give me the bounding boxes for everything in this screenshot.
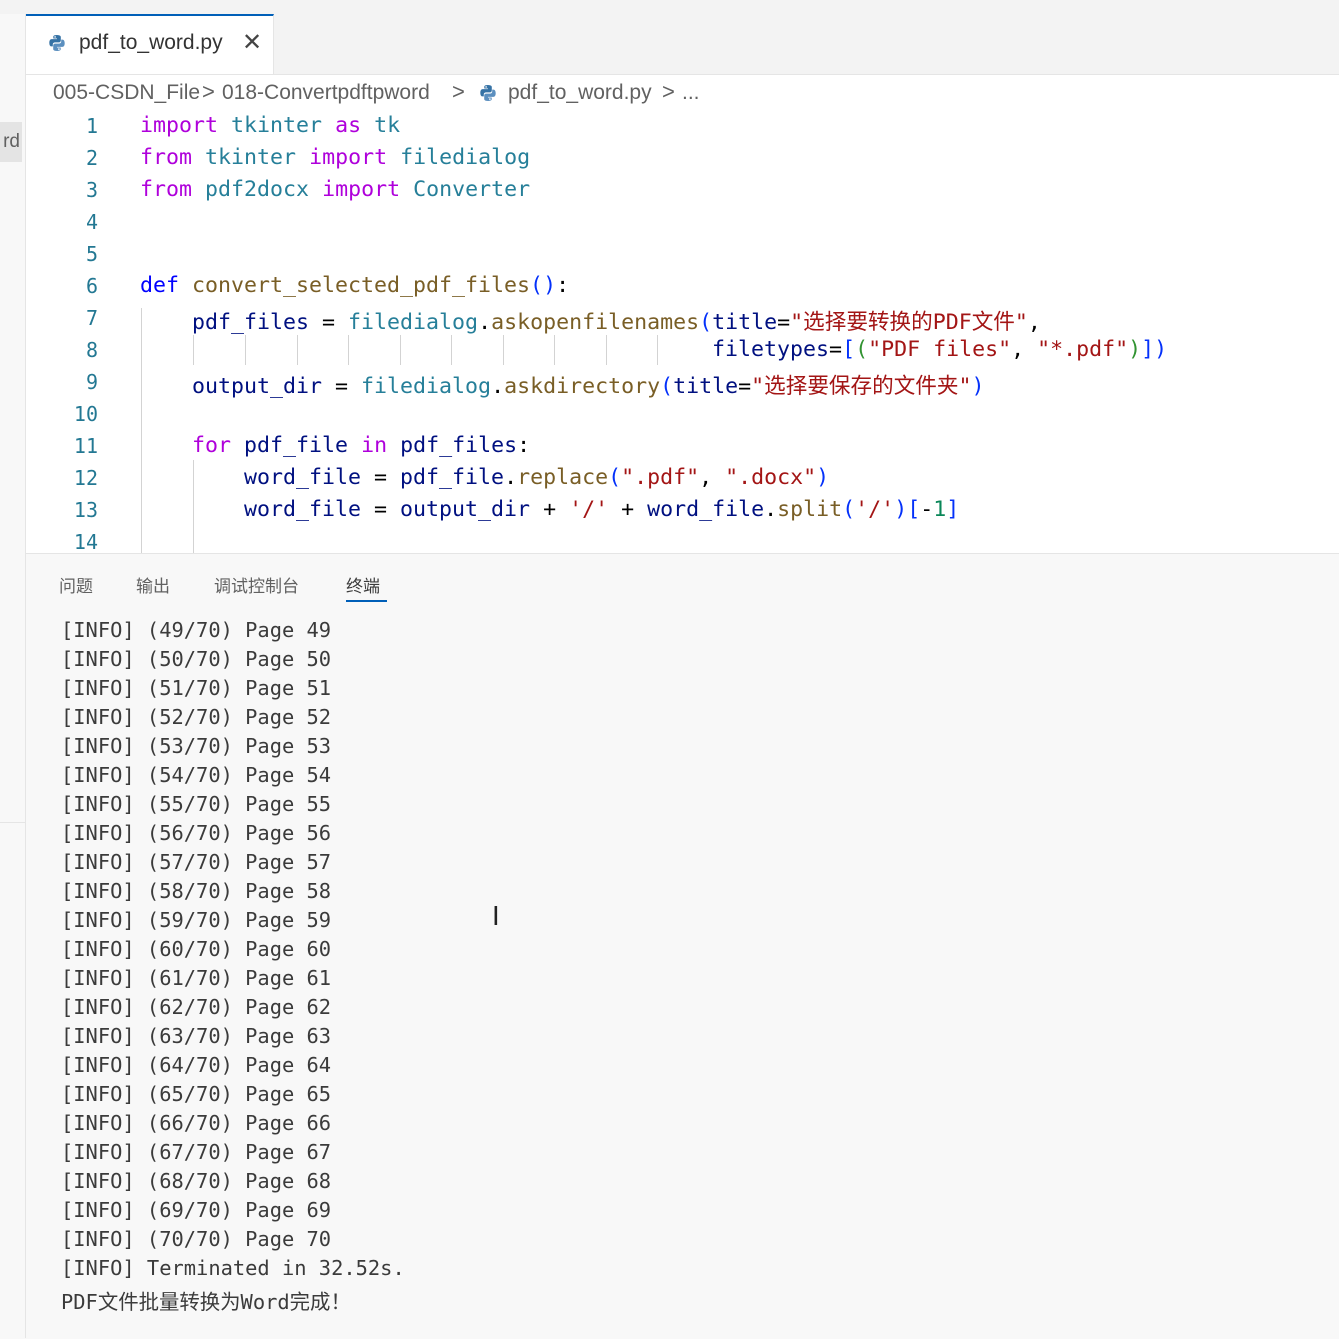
tab-pdf-to-word[interactable]: pdf_to_word.py ✕ — [26, 14, 274, 74]
chevron-right-icon: > — [202, 79, 215, 104]
breadcrumb-item-symbols[interactable]: ... — [682, 81, 700, 105]
line-number: 1 — [85, 114, 98, 138]
terminal-line: [INFO] (50/70) Page 50 — [61, 647, 332, 671]
line-number: 14 — [73, 530, 98, 553]
terminal-line: [INFO] (49/70) Page 49 — [61, 618, 332, 642]
bottom-panel: 问题 输出 调试控制台 终端 [INFO] (49/70) Page 49 [IN… — [26, 553, 1339, 1339]
line-number: 10 — [73, 402, 98, 426]
terminal-line: [INFO] (64/70) Page 64 — [61, 1053, 332, 1077]
terminal-line: [INFO] (55/70) Page 55 — [61, 792, 332, 816]
terminal-line: [INFO] (57/70) Page 57 — [61, 850, 332, 874]
editor-tab-bar: pdf_to_word.py ✕ — [26, 14, 1339, 75]
terminal-line: [INFO] (60/70) Page 60 — [61, 937, 332, 961]
terminal-line: [INFO] (54/70) Page 54 — [61, 763, 332, 787]
tab-output[interactable]: 输出 — [136, 572, 170, 597]
code-line: word_file = output_dir + '/' + word_file… — [244, 497, 960, 522]
breadcrumb-item-file[interactable]: pdf_to_word.py — [508, 81, 652, 105]
tab-problems[interactable]: 问题 — [59, 572, 93, 597]
terminal-line: [INFO] (61/70) Page 61 — [61, 966, 332, 990]
active-tab-indicator — [346, 600, 387, 602]
breadcrumb-item-folder[interactable]: 005-CSDN_File — [53, 81, 200, 105]
python-icon — [48, 34, 66, 56]
code-line: import tkinter as tk — [140, 113, 401, 138]
terminal-line: PDF文件批量转换为Word完成！ — [61, 1290, 351, 1314]
divider — [0, 822, 25, 823]
line-number: 13 — [73, 498, 98, 522]
activity-bar: rd — [0, 14, 26, 1338]
terminal-line: [INFO] (68/70) Page 68 — [61, 1169, 332, 1193]
line-number: 7 — [85, 306, 98, 330]
terminal-line: [INFO] (51/70) Page 51 — [61, 676, 332, 700]
terminal-line: [INFO] (70/70) Page 70 — [61, 1227, 332, 1251]
code-line: for pdf_file in pdf_files: — [192, 433, 531, 458]
terminal-line: [INFO] (59/70) Page 59 — [61, 908, 332, 932]
chevron-right-icon: > — [662, 79, 675, 104]
terminal-line: [INFO] (65/70) Page 65 — [61, 1082, 332, 1106]
terminal-line: [INFO] (69/70) Page 69 — [61, 1198, 332, 1222]
line-number: 6 — [85, 274, 98, 298]
line-number: 12 — [73, 466, 98, 490]
code-line: def convert_selected_pdf_files(): — [140, 273, 570, 298]
line-number: 9 — [85, 370, 98, 394]
code-line: from pdf2docx import Converter — [140, 177, 531, 202]
line-number: 2 — [85, 146, 98, 170]
code-line: output_dir = filedialog.askdirectory(tit… — [192, 374, 985, 399]
line-number: 5 — [85, 242, 98, 266]
line-number: 11 — [73, 434, 98, 458]
line-number: 8 — [85, 338, 98, 362]
tab-label: pdf_to_word.py — [79, 31, 223, 54]
terminal-line: [INFO] Terminated in 32.52s. — [61, 1256, 405, 1280]
tab-terminal[interactable]: 终端 — [346, 572, 380, 597]
code-editor[interactable]: 1 2 3 4 5 6 7 8 9 10 11 12 13 14 import tkinter as tk… — [26, 113, 1339, 553]
python-icon — [479, 84, 497, 108]
code-line: from tkinter import filedialog — [140, 145, 531, 170]
text-cursor-icon: I — [492, 902, 500, 932]
terminal-line: [INFO] (66/70) Page 66 — [61, 1111, 332, 1135]
code-line: pdf_files = filedialog.askopenfilenames(… — [192, 310, 1041, 335]
line-number: 4 — [85, 210, 98, 234]
terminal-line: [INFO] (62/70) Page 62 — [61, 995, 332, 1019]
title-bar-strip — [0, 0, 1339, 15]
breadcrumb: 005-CSDN_File > 018-Convertpdftpword > p… — [26, 75, 1339, 113]
chevron-right-icon: > — [452, 79, 465, 104]
tab-debug-console[interactable]: 调试控制台 — [214, 572, 299, 597]
terminal-line: [INFO] (52/70) Page 52 — [61, 705, 332, 729]
close-icon[interactable]: ✕ — [242, 28, 262, 56]
code-line: word_file = pdf_file.replace(".pdf", ".d… — [244, 465, 830, 490]
line-number: 3 — [85, 178, 98, 202]
explorer-item-fragment-label: rd — [3, 131, 20, 152]
terminal-line: [INFO] (58/70) Page 58 — [61, 879, 332, 903]
terminal-line: [INFO] (67/70) Page 67 — [61, 1140, 332, 1164]
breadcrumb-item-subfolder[interactable]: 018-Convertpdftpword — [222, 81, 430, 105]
code-line: filetypes=[("PDF files", "*.pdf")]) — [712, 337, 1168, 362]
terminal-line: [INFO] (53/70) Page 53 — [61, 734, 332, 758]
explorer-item-fragment[interactable]: rd — [0, 122, 22, 162]
terminal-line: [INFO] (63/70) Page 63 — [61, 1024, 332, 1048]
terminal-line: [INFO] (56/70) Page 56 — [61, 821, 332, 845]
